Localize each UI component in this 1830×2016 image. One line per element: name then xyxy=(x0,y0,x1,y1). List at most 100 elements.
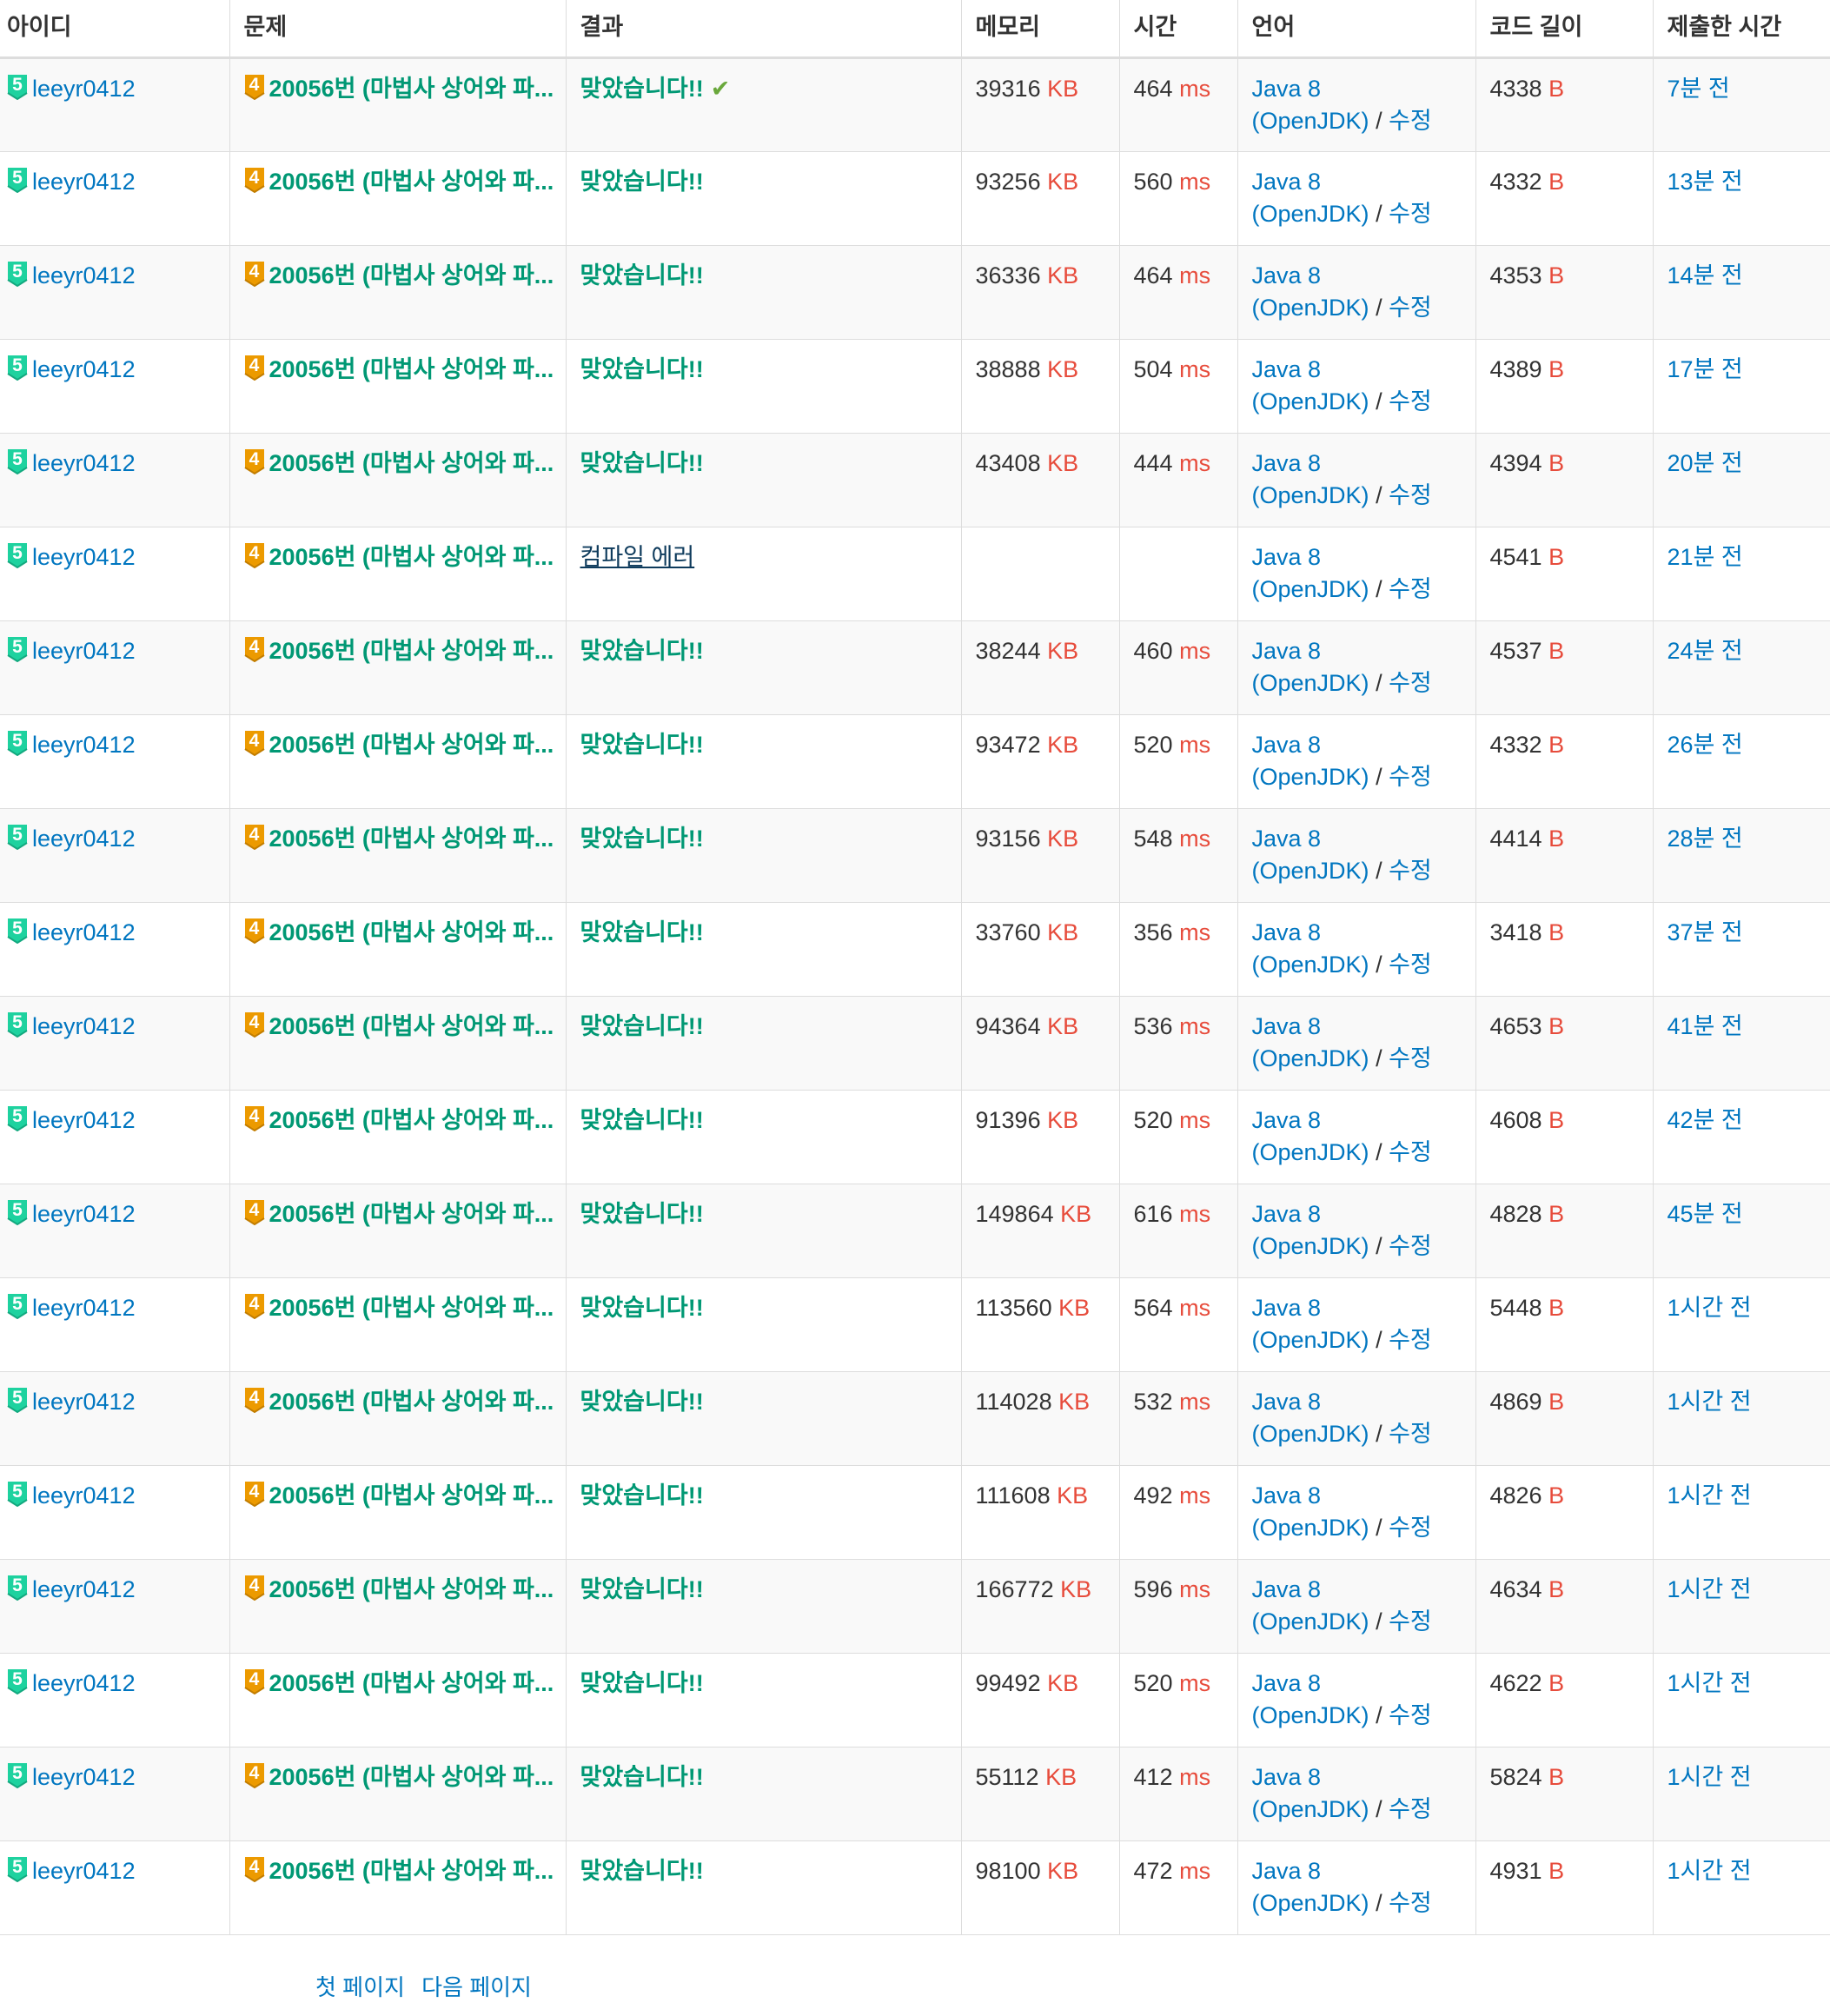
submitted-time-link[interactable]: 13분 전 xyxy=(1668,169,1743,195)
submitted-time-link[interactable]: 42분 전 xyxy=(1668,1107,1743,1133)
submitted-time-link[interactable]: 24분 전 xyxy=(1668,638,1743,664)
user-id-link[interactable]: leeyr0412 xyxy=(32,919,136,945)
problem-link[interactable]: 20056번 (마법사 상어와 파... xyxy=(269,1201,554,1227)
language-link[interactable]: Java 8 xyxy=(1252,1107,1322,1133)
language-variant-link[interactable]: (OpenJDK) xyxy=(1252,388,1369,414)
edit-link[interactable]: 수정 xyxy=(1389,1515,1432,1541)
submitted-time-link[interactable]: 17분 전 xyxy=(1668,356,1743,382)
submitted-time-link[interactable]: 26분 전 xyxy=(1668,732,1743,758)
edit-link[interactable]: 수정 xyxy=(1389,670,1432,696)
edit-link[interactable]: 수정 xyxy=(1389,952,1432,978)
edit-link[interactable]: 수정 xyxy=(1389,201,1432,227)
submitted-time-link[interactable]: 21분 전 xyxy=(1668,544,1743,570)
language-link[interactable]: Java 8 xyxy=(1252,76,1322,102)
user-id-link[interactable]: leeyr0412 xyxy=(32,732,136,758)
problem-link[interactable]: 20056번 (마법사 상어와 파... xyxy=(269,262,554,288)
submitted-time-link[interactable]: 1시간 전 xyxy=(1668,1295,1752,1321)
result-text[interactable]: 컴파일 에러 xyxy=(580,544,695,570)
language-link[interactable]: Java 8 xyxy=(1252,1858,1322,1884)
language-link[interactable]: Java 8 xyxy=(1252,1576,1322,1602)
submitted-time-link[interactable]: 7분 전 xyxy=(1668,76,1730,102)
submitted-time-link[interactable]: 1시간 전 xyxy=(1668,1576,1752,1602)
user-id-link[interactable]: leeyr0412 xyxy=(32,544,136,570)
user-id-link[interactable]: leeyr0412 xyxy=(32,1576,136,1602)
language-variant-link[interactable]: (OpenJDK) xyxy=(1252,295,1369,321)
problem-link[interactable]: 20056번 (마법사 상어와 파... xyxy=(269,356,554,382)
language-variant-link[interactable]: (OpenJDK) xyxy=(1252,108,1369,134)
user-id-link[interactable]: leeyr0412 xyxy=(32,1764,136,1790)
language-variant-link[interactable]: (OpenJDK) xyxy=(1252,1796,1369,1822)
user-id-link[interactable]: leeyr0412 xyxy=(32,1389,136,1415)
problem-link[interactable]: 20056번 (마법사 상어와 파... xyxy=(269,1295,554,1321)
user-id-link[interactable]: leeyr0412 xyxy=(32,826,136,852)
edit-link[interactable]: 수정 xyxy=(1389,482,1432,508)
submitted-time-link[interactable]: 1시간 전 xyxy=(1668,1764,1752,1790)
submitted-time-link[interactable]: 1시간 전 xyxy=(1668,1670,1752,1696)
edit-link[interactable]: 수정 xyxy=(1389,388,1432,414)
language-variant-link[interactable]: (OpenJDK) xyxy=(1252,858,1369,884)
problem-link[interactable]: 20056번 (마법사 상어와 파... xyxy=(269,1764,554,1790)
language-link[interactable]: Java 8 xyxy=(1252,262,1322,288)
language-variant-link[interactable]: (OpenJDK) xyxy=(1252,1327,1369,1353)
edit-link[interactable]: 수정 xyxy=(1389,858,1432,884)
problem-link[interactable]: 20056번 (마법사 상어와 파... xyxy=(269,1858,554,1884)
language-link[interactable]: Java 8 xyxy=(1252,1670,1322,1696)
user-id-link[interactable]: leeyr0412 xyxy=(32,356,136,382)
user-id-link[interactable]: leeyr0412 xyxy=(32,262,136,288)
submitted-time-link[interactable]: 1시간 전 xyxy=(1668,1482,1752,1509)
problem-link[interactable]: 20056번 (마법사 상어와 파... xyxy=(269,638,554,664)
edit-link[interactable]: 수정 xyxy=(1389,1327,1432,1353)
edit-link[interactable]: 수정 xyxy=(1389,108,1432,134)
edit-link[interactable]: 수정 xyxy=(1389,1890,1432,1916)
user-id-link[interactable]: leeyr0412 xyxy=(32,169,136,195)
submitted-time-link[interactable]: 37분 전 xyxy=(1668,919,1743,945)
language-link[interactable]: Java 8 xyxy=(1252,1201,1322,1227)
problem-link[interactable]: 20056번 (마법사 상어와 파... xyxy=(269,544,554,570)
problem-link[interactable]: 20056번 (마법사 상어와 파... xyxy=(269,1389,554,1415)
language-variant-link[interactable]: (OpenJDK) xyxy=(1252,1890,1369,1916)
language-variant-link[interactable]: (OpenJDK) xyxy=(1252,1515,1369,1541)
problem-link[interactable]: 20056번 (마법사 상어와 파... xyxy=(269,1107,554,1133)
language-link[interactable]: Java 8 xyxy=(1252,1482,1322,1509)
language-variant-link[interactable]: (OpenJDK) xyxy=(1252,764,1369,790)
problem-link[interactable]: 20056번 (마법사 상어와 파... xyxy=(269,1576,554,1602)
language-variant-link[interactable]: (OpenJDK) xyxy=(1252,201,1369,227)
language-variant-link[interactable]: (OpenJDK) xyxy=(1252,482,1369,508)
problem-link[interactable]: 20056번 (마법사 상어와 파... xyxy=(269,76,554,102)
problem-link[interactable]: 20056번 (마법사 상어와 파... xyxy=(269,169,554,195)
user-id-link[interactable]: leeyr0412 xyxy=(32,76,136,102)
language-link[interactable]: Java 8 xyxy=(1252,1295,1322,1321)
edit-link[interactable]: 수정 xyxy=(1389,1421,1432,1447)
problem-link[interactable]: 20056번 (마법사 상어와 파... xyxy=(269,919,554,945)
user-id-link[interactable]: leeyr0412 xyxy=(32,1013,136,1039)
user-id-link[interactable]: leeyr0412 xyxy=(32,1295,136,1321)
problem-link[interactable]: 20056번 (마법사 상어와 파... xyxy=(269,450,554,476)
language-link[interactable]: Java 8 xyxy=(1252,638,1322,664)
submitted-time-link[interactable]: 14분 전 xyxy=(1668,262,1743,288)
language-link[interactable]: Java 8 xyxy=(1252,169,1322,195)
language-link[interactable]: Java 8 xyxy=(1252,826,1322,852)
language-variant-link[interactable]: (OpenJDK) xyxy=(1252,1139,1369,1165)
edit-link[interactable]: 수정 xyxy=(1389,295,1432,321)
submitted-time-link[interactable]: 41분 전 xyxy=(1668,1013,1743,1039)
submitted-time-link[interactable]: 28분 전 xyxy=(1668,826,1743,852)
problem-link[interactable]: 20056번 (마법사 상어와 파... xyxy=(269,1482,554,1509)
language-link[interactable]: Java 8 xyxy=(1252,1389,1322,1415)
first-page-link[interactable]: 첫 페이지 xyxy=(315,1974,405,2000)
language-variant-link[interactable]: (OpenJDK) xyxy=(1252,1608,1369,1635)
language-link[interactable]: Java 8 xyxy=(1252,1764,1322,1790)
user-id-link[interactable]: leeyr0412 xyxy=(32,1670,136,1696)
language-link[interactable]: Java 8 xyxy=(1252,544,1322,570)
user-id-link[interactable]: leeyr0412 xyxy=(32,638,136,664)
user-id-link[interactable]: leeyr0412 xyxy=(32,1107,136,1133)
edit-link[interactable]: 수정 xyxy=(1389,1702,1432,1728)
language-link[interactable]: Java 8 xyxy=(1252,450,1322,476)
next-page-link[interactable]: 다음 페이지 xyxy=(421,1974,532,2000)
user-id-link[interactable]: leeyr0412 xyxy=(32,1858,136,1884)
language-variant-link[interactable]: (OpenJDK) xyxy=(1252,1045,1369,1071)
problem-link[interactable]: 20056번 (마법사 상어와 파... xyxy=(269,732,554,758)
submitted-time-link[interactable]: 45분 전 xyxy=(1668,1201,1743,1227)
edit-link[interactable]: 수정 xyxy=(1389,1796,1432,1822)
language-variant-link[interactable]: (OpenJDK) xyxy=(1252,952,1369,978)
submitted-time-link[interactable]: 1시간 전 xyxy=(1668,1389,1752,1415)
